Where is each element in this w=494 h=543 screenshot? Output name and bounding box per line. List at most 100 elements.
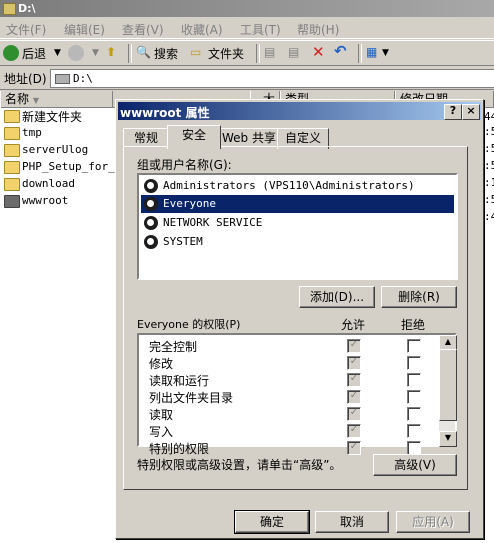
cancel-button[interactable]: 取消 xyxy=(315,511,389,533)
add-button[interactable]: 添加(D)... xyxy=(299,286,375,308)
user-item-selected[interactable]: Everyone xyxy=(141,195,454,213)
folder-icon xyxy=(4,178,20,191)
search-icon[interactable]: 🔍 xyxy=(136,45,151,59)
deny-checkbox[interactable] xyxy=(407,424,421,438)
permission-row: 读取和运行 ✓ xyxy=(141,371,437,388)
permission-row: 完全控制 ✓ xyxy=(141,337,437,354)
scroll-thumb[interactable] xyxy=(439,349,457,421)
allow-checkbox[interactable]: ✓ xyxy=(347,390,361,404)
dialog-title: wwwroot 属性 xyxy=(120,106,210,120)
copy-to-icon[interactable]: ▤ xyxy=(288,45,299,59)
user-name: Administrators (VPS110\Administrators) xyxy=(163,179,415,192)
views-icon[interactable]: ▦ xyxy=(366,45,377,59)
user-item[interactable]: Administrators (VPS110\Administrators) xyxy=(141,177,454,195)
permission-row: 读取 ✓ xyxy=(141,405,437,422)
move-to-icon[interactable]: ▤ xyxy=(264,45,275,59)
menu-bar: 文件(F) 编辑(E) 查看(V) 收藏(A) 工具(T) 帮助(H) xyxy=(0,17,494,39)
modified-fragment: :19 xyxy=(484,176,494,189)
file-name: tmp xyxy=(22,126,42,139)
explorer-title: D:\ xyxy=(18,2,36,15)
folder-icon xyxy=(4,195,20,208)
sort-arrow-icon: ▼ xyxy=(32,96,39,105)
back-dropdown-icon[interactable]: ▼ xyxy=(54,48,61,58)
permission-name: 列出文件夹目录 xyxy=(149,391,234,405)
permission-name: 特别的权限 xyxy=(149,442,210,456)
user-name: Everyone xyxy=(163,197,216,210)
permission-name: 写入 xyxy=(149,425,174,439)
toolbar: 后退 ▼ ▼ ⬆ 🔍 搜索 ▭ 文件夹 ▤ ▤ ✕ ↶ ▦ ▼ xyxy=(0,40,494,66)
allow-checkbox[interactable]: ✓ xyxy=(347,407,361,421)
allow-checkbox[interactable]: ✓ xyxy=(347,441,361,455)
modified-fragment: :52 xyxy=(484,193,494,206)
close-x-icon[interactable]: ✕ xyxy=(312,43,325,61)
allow-checkbox[interactable]: ✓ xyxy=(347,339,361,353)
modified-fragment: :52 xyxy=(484,142,494,155)
allow-checkbox[interactable]: ✓ xyxy=(347,356,361,370)
address-field[interactable]: D:\ xyxy=(50,69,494,88)
folders-icon[interactable]: ▭ xyxy=(190,45,201,59)
deny-column-label: 拒绝 xyxy=(401,318,426,332)
column-name[interactable]: 名称 ▼ xyxy=(0,91,113,108)
deny-checkbox[interactable] xyxy=(407,407,421,421)
drive-icon xyxy=(55,74,70,84)
deny-checkbox[interactable] xyxy=(407,356,421,370)
column-name-label: 名称 xyxy=(5,92,30,106)
help-button[interactable]: ? xyxy=(444,104,462,120)
allow-column-label: 允许 xyxy=(341,318,366,332)
address-value: D:\ xyxy=(73,72,93,85)
allow-checkbox[interactable]: ✓ xyxy=(347,373,361,387)
user-icon xyxy=(144,235,158,249)
folder-icon xyxy=(4,144,20,157)
dialog-title-bar: wwwroot 属性 ? × xyxy=(118,102,481,120)
deny-checkbox[interactable] xyxy=(407,390,421,404)
permission-name: 读取 xyxy=(149,408,174,422)
permission-name: 修改 xyxy=(149,357,174,371)
folder-icon xyxy=(4,110,20,123)
deny-checkbox[interactable] xyxy=(407,441,421,455)
forward-dropdown-icon[interactable]: ▼ xyxy=(92,48,99,58)
user-item[interactable]: SYSTEM xyxy=(141,233,454,251)
modified-fragment: :44 xyxy=(484,210,494,223)
remove-button[interactable]: 删除(R) xyxy=(381,286,457,308)
forward-icon[interactable] xyxy=(68,45,84,61)
permission-row: 修改 ✓ xyxy=(141,354,437,371)
close-button[interactable]: × xyxy=(462,104,480,120)
scroll-down-button[interactable]: ▼ xyxy=(439,431,457,447)
user-icon xyxy=(144,197,158,211)
file-name: download xyxy=(22,177,75,190)
file-name: 新建文件夹 xyxy=(22,110,83,124)
user-icon xyxy=(144,216,158,230)
folder-icon xyxy=(3,3,16,15)
menu-help[interactable]: 帮助(H) xyxy=(297,21,339,38)
back-icon[interactable] xyxy=(3,45,19,61)
folder-icon xyxy=(4,127,20,140)
views-dropdown-icon[interactable]: ▼ xyxy=(382,48,389,58)
toolbar-separator xyxy=(256,44,260,63)
menu-view[interactable]: 查看(V) xyxy=(122,21,164,38)
up-icon[interactable]: ⬆ xyxy=(106,45,116,59)
permission-name: 完全控制 xyxy=(149,340,198,354)
toolbar-separator xyxy=(358,44,362,63)
user-item[interactable]: NETWORK SERVICE xyxy=(141,214,454,232)
group-user-label: 组或用户名称(G): xyxy=(137,158,232,172)
ok-button[interactable]: 确定 xyxy=(234,510,310,534)
apply-button[interactable]: 应用(A) xyxy=(396,511,470,533)
tab-security[interactable]: 安全 xyxy=(167,125,221,149)
menu-edit[interactable]: 编辑(E) xyxy=(64,21,105,38)
deny-checkbox[interactable] xyxy=(407,339,421,353)
undo-icon[interactable]: ↶ xyxy=(334,42,347,60)
user-icon xyxy=(144,179,158,193)
menu-file[interactable]: 文件(F) xyxy=(6,21,46,38)
back-button[interactable]: 后退 xyxy=(22,45,46,62)
menu-favorites[interactable]: 收藏(A) xyxy=(181,21,223,38)
menu-tools[interactable]: 工具(T) xyxy=(240,21,281,38)
deny-checkbox[interactable] xyxy=(407,373,421,387)
folders-button[interactable]: 文件夹 xyxy=(208,45,244,62)
permissions-scrollbar[interactable]: ▲ ▼ xyxy=(439,335,457,447)
advanced-button[interactable]: 高级(V) xyxy=(373,454,457,476)
modified-fragment: 44 xyxy=(484,110,494,123)
allow-checkbox[interactable]: ✓ xyxy=(347,424,361,438)
permission-name: 读取和运行 xyxy=(149,374,210,388)
permissions-label: Everyone 的权限(P) xyxy=(137,318,241,331)
search-button[interactable]: 搜索 xyxy=(154,45,178,62)
